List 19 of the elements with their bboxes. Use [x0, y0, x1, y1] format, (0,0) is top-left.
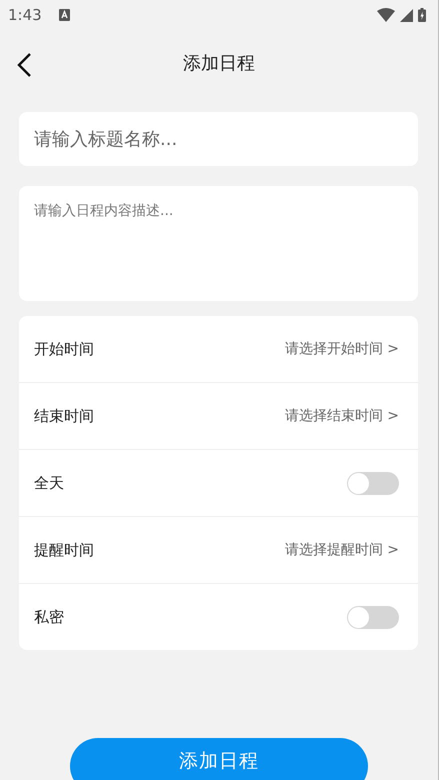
notification-icon: [58, 9, 70, 21]
setting-label: 全天: [34, 474, 64, 492]
setting-label: 私密: [34, 608, 64, 626]
toggle-switch[interactable]: [347, 472, 399, 494]
time-picker-link[interactable]: 请选择开始时间 >: [284, 340, 399, 358]
status-time: 1:43: [8, 6, 42, 24]
add-schedule-button[interactable]: 添加日程: [70, 738, 368, 780]
battery-icon: [418, 8, 426, 22]
toggle-switch[interactable]: [347, 606, 399, 628]
setting-label: 提醒时间: [34, 540, 94, 560]
time-picker-link[interactable]: 请选择提醒时间 >: [284, 541, 399, 559]
wifi-icon: [377, 8, 395, 22]
time-picker-link[interactable]: 请选择结束时间 >: [284, 407, 399, 425]
description-input-field[interactable]: 请输入日程内容描述...: [19, 186, 418, 301]
page-title: 添加日程: [183, 52, 255, 75]
title-input-field[interactable]: 请输入标题名称...: [19, 112, 418, 166]
setting-label: 开始时间: [34, 340, 94, 358]
setting-label: 结束时间: [34, 406, 94, 426]
signal-icon: [400, 8, 413, 22]
